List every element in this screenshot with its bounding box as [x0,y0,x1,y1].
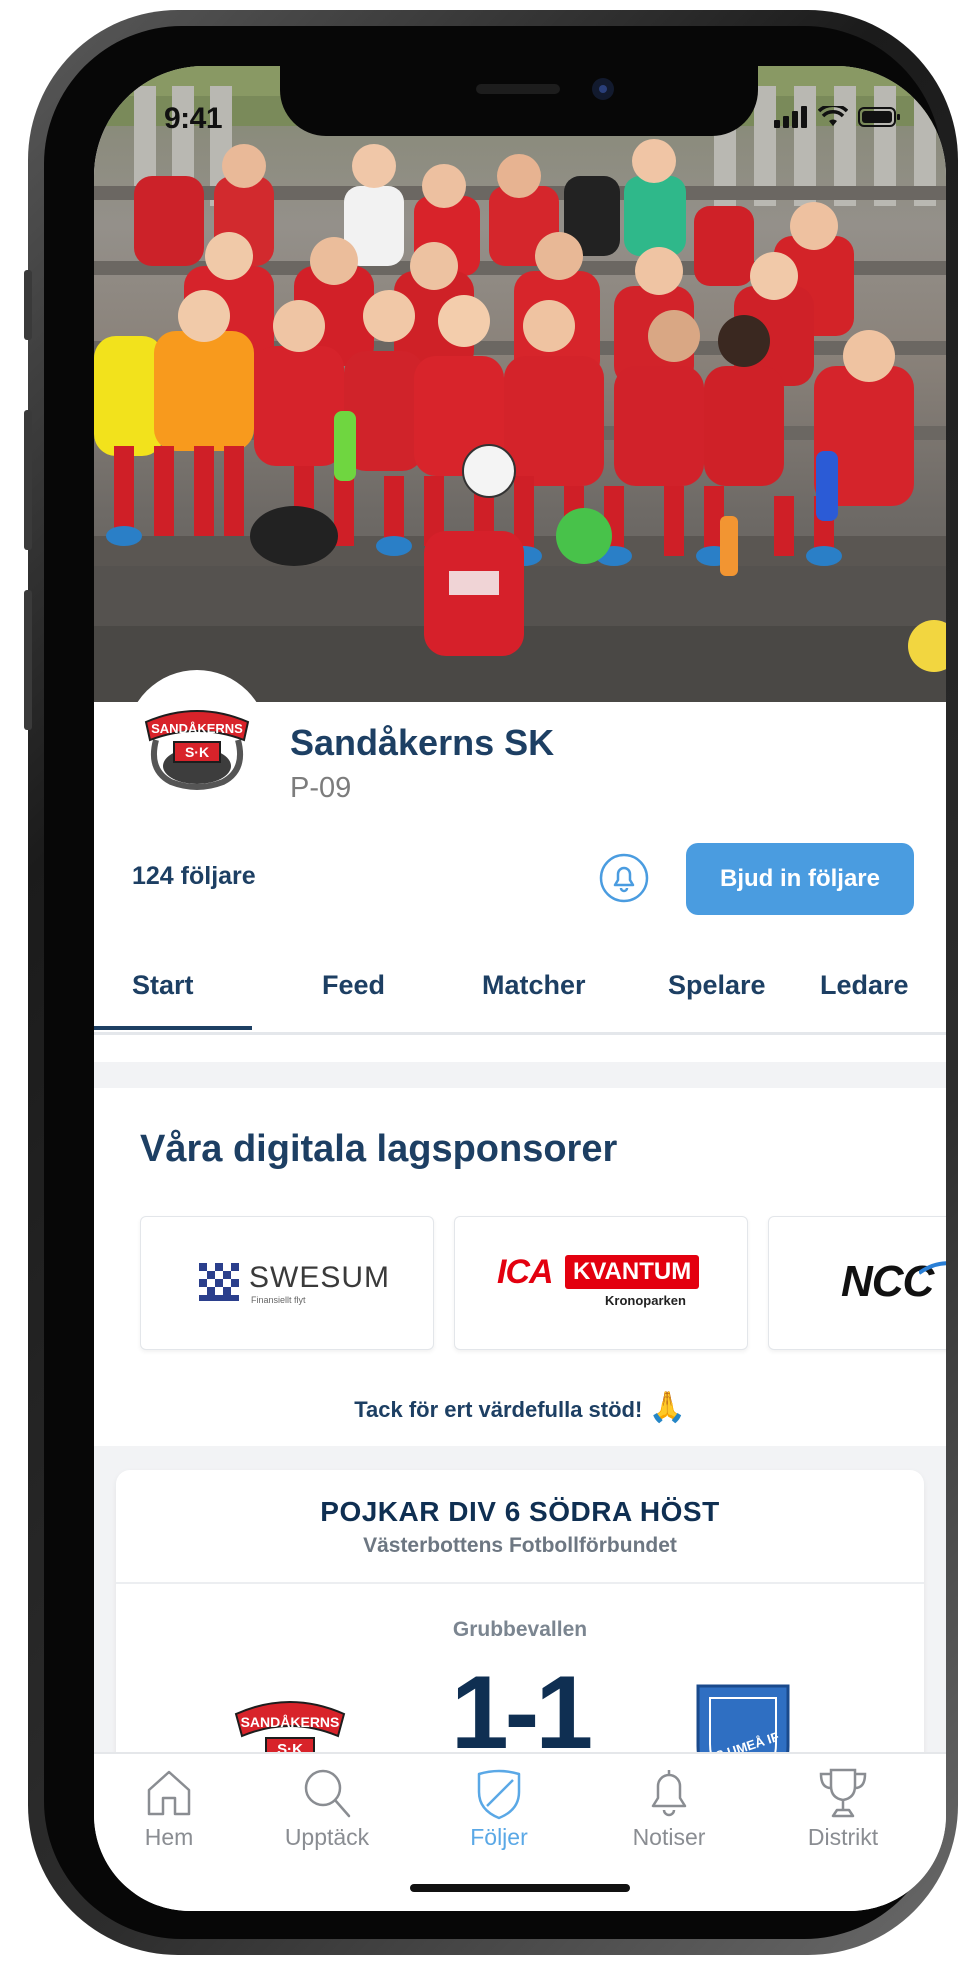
sponsor-section: Våra digitala lagsponsorer SWESUM Finans… [94,1088,946,1446]
speaker-grille [476,84,560,94]
tab-matcher[interactable]: Matcher [482,970,586,1001]
bottom-navigation: Hem Upptäck Följer Notiser Distrikt [94,1752,946,1911]
tab-start[interactable]: Start [132,970,194,1001]
phone-screen: 9:41 SANDÅKERNS S·K Sandåkerns SK P-09 1… [94,66,946,1911]
nav-label-upptack: Upptäck [284,1824,370,1850]
volume-down-button [24,590,32,730]
match-league: POJKAR DIV 6 SÖDRA HÖST [320,1496,720,1527]
match-divider [116,1582,924,1584]
thanks-text: Tack för ert värdefulla stöd! [354,1397,643,1422]
bell-icon [599,853,649,903]
nav-notiser[interactable]: Notiser [594,1766,744,1851]
notch [280,66,758,136]
nav-distrikt[interactable]: Distrikt [768,1766,918,1851]
club-name: Sandåkerns SK [290,722,555,763]
sponsor-title: Våra digitala lagsponsorer [140,1128,618,1170]
nav-label-distrikt: Distrikt [807,1824,879,1850]
mute-switch [24,270,32,340]
ncc-swoosh-icon [919,1261,946,1275]
match-organizer: Västerbottens Fotbollförbundet [363,1534,677,1557]
invite-followers-button[interactable]: Bjud in följare [686,843,914,915]
sponsor-card-swesum[interactable]: SWESUM Finansiellt flyt [140,1216,434,1350]
sponsor-thanks: Tack för ert värdefulla stöd! 🙏 [94,1390,946,1425]
nav-foljer[interactable]: Följer [424,1766,574,1851]
signal-icon [774,106,807,128]
sponsor-card-ncc[interactable]: NCC [768,1216,946,1350]
tab-feed[interactable]: Feed [322,970,385,1001]
volume-up-button [24,410,32,550]
ica-location: Kronoparken [605,1293,686,1308]
home-indicator [410,1884,630,1892]
ica-kvantum-badge: KVANTUM [565,1255,700,1289]
nav-label-notiser: Notiser [632,1824,706,1850]
nav-hem[interactable]: Hem [94,1766,244,1851]
active-tab-indicator [94,1026,252,1030]
front-camera [592,78,614,100]
shield-icon [477,1769,521,1820]
team-name: P-09 [290,772,352,804]
club-logo: SANDÅKERNS S·K [126,670,268,812]
bell-icon [651,1770,687,1817]
logo-text-top: SANDÅKERNS [151,721,243,736]
team-profile: SANDÅKERNS S·K Sandåkerns SK P-09 124 fö… [94,670,946,1062]
match-venue: Grubbevallen [452,1618,588,1641]
praying-hands-icon: 🙏 [648,1391,686,1424]
swesum-name: SWESUM [249,1261,390,1294]
match-card[interactable]: POJKAR DIV 6 SÖDRA HÖST Västerbottens Fo… [116,1470,924,1800]
home-icon [147,1770,191,1816]
team-cover-photo [94,66,946,702]
wifi-icon [818,106,848,126]
search-icon [304,1769,351,1818]
ica-name: ICA [497,1253,554,1291]
swesum-tagline: Finansiellt flyt [251,1295,306,1305]
battery-icon [858,107,900,127]
profile-tabs: Start Feed Matcher Spelare Ledare [94,942,946,1035]
nav-label-foljer: Följer [470,1824,528,1850]
trophy-icon [819,1768,867,1818]
logo-text-bottom: S·K [185,744,209,760]
home-logo-text-top: SANDÅKERNS [241,1714,340,1730]
swesum-logo-icon [199,1263,239,1301]
tab-ledare[interactable]: Ledare [820,970,909,1001]
status-time: 9:41 [164,102,223,135]
sponsor-card-ica[interactable]: ICA KVANTUM Kronoparken [454,1216,748,1350]
nav-upptack[interactable]: Upptäck [252,1766,402,1851]
tab-spelare[interactable]: Spelare [668,970,766,1001]
notification-bell-button[interactable] [598,852,650,904]
nav-label-hem: Hem [144,1824,194,1850]
follower-count[interactable]: 124 följare [132,862,256,891]
status-icons [774,106,902,128]
